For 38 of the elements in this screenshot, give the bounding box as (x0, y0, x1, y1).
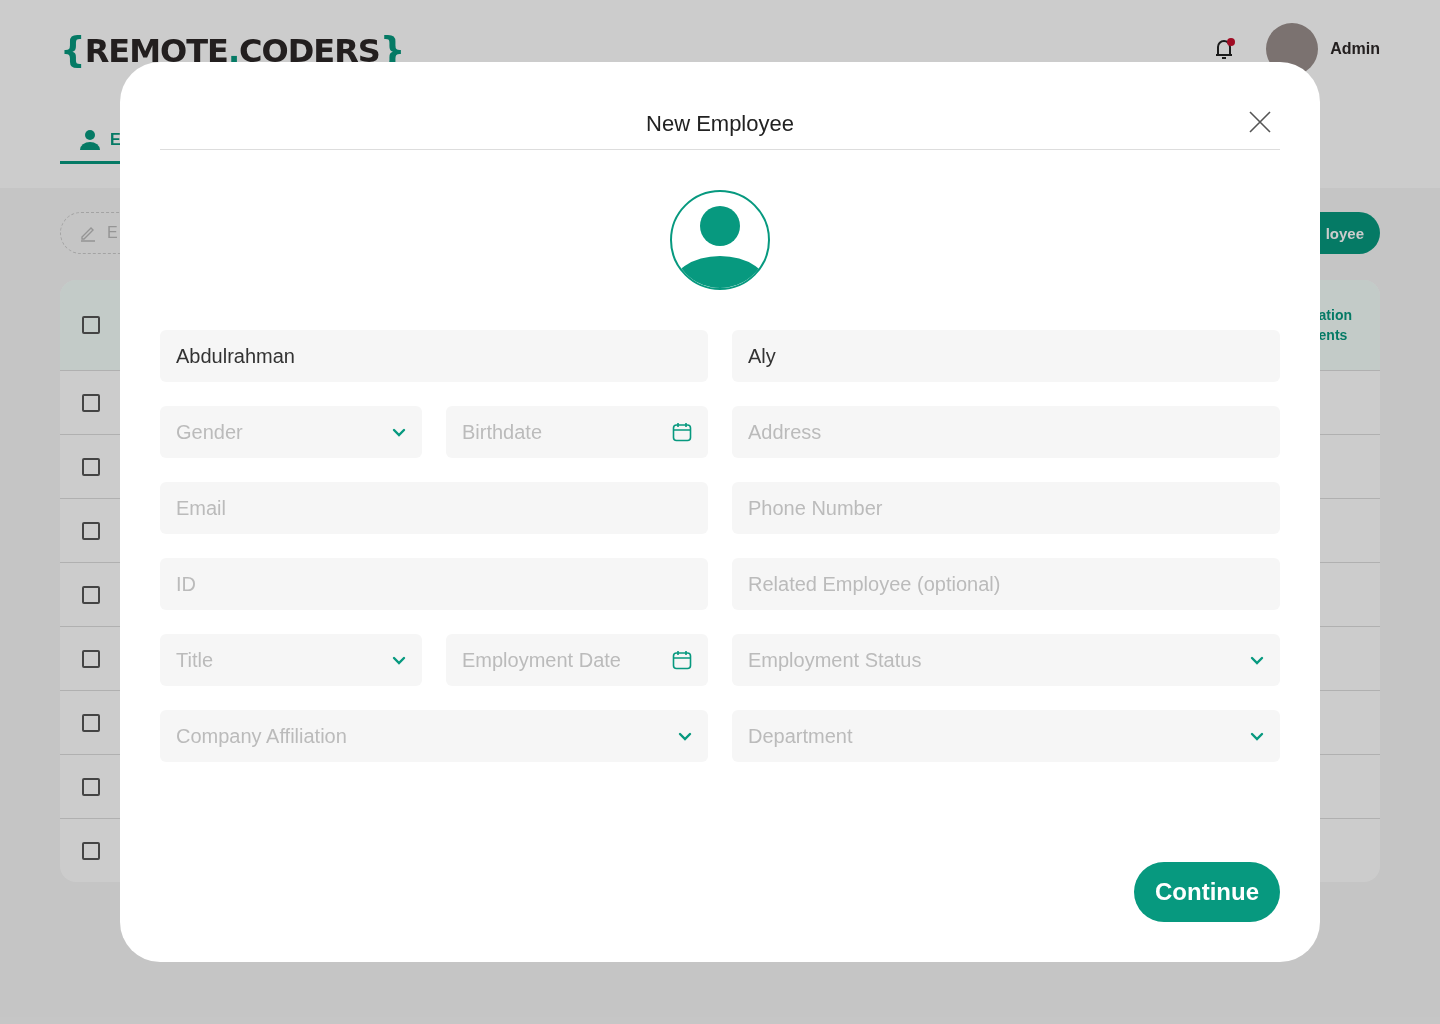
bell-icon[interactable] (1214, 37, 1237, 61)
checkbox[interactable] (82, 777, 100, 796)
chevron-down-icon (392, 655, 406, 665)
calendar-icon (672, 650, 692, 670)
chevron-down-icon (392, 427, 406, 437)
checkbox[interactable] (82, 649, 100, 668)
select-field[interactable]: Title (160, 634, 422, 686)
continue-button[interactable]: Continue (1134, 862, 1280, 922)
text-field[interactable]: ID (160, 558, 708, 610)
checkbox[interactable] (82, 585, 100, 604)
date-field[interactable]: Birthdate (446, 406, 708, 458)
calendar-icon (672, 422, 692, 442)
checkbox[interactable] (82, 316, 100, 334)
text-field[interactable]: Abdulrahman (160, 330, 708, 382)
text-field[interactable]: Aly (732, 330, 1280, 382)
text-field[interactable]: Related Employee (optional) (732, 558, 1280, 610)
select-field[interactable]: Employment Status (732, 634, 1280, 686)
checkbox[interactable] (82, 841, 100, 860)
user-name: Admin (1330, 40, 1380, 58)
column-header: ation ents (1318, 306, 1352, 345)
chevron-down-icon (1250, 731, 1264, 741)
profile-photo-icon[interactable] (670, 190, 770, 290)
text-field[interactable]: Email (160, 482, 708, 534)
dialog-title: New Employee (646, 110, 794, 137)
close-button[interactable] (1248, 110, 1272, 134)
checkbox[interactable] (82, 713, 100, 732)
checkbox[interactable] (82, 457, 100, 476)
text-field[interactable]: Address (732, 406, 1280, 458)
checkbox[interactable] (82, 521, 100, 540)
checkbox[interactable] (82, 393, 100, 412)
chevron-down-icon (1250, 655, 1264, 665)
select-field[interactable]: Company Affiliation (160, 710, 708, 762)
text-field[interactable]: Phone Number (732, 482, 1280, 534)
select-field[interactable]: Gender (160, 406, 422, 458)
chevron-down-icon (678, 731, 692, 741)
date-field[interactable]: Employment Date (446, 634, 708, 686)
person-icon (80, 129, 100, 150)
select-field[interactable]: Department (732, 710, 1280, 762)
